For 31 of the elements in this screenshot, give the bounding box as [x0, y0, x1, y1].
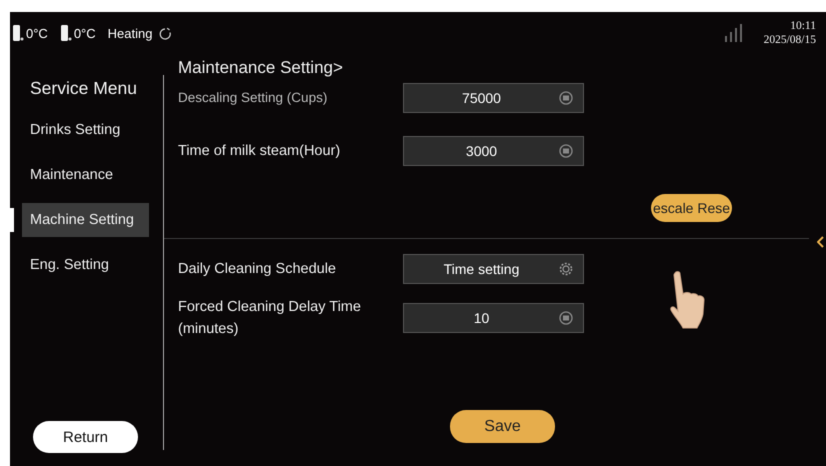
menu-item[interactable]: Maintenance: [22, 158, 149, 192]
setting-field[interactable]: 75000: [403, 83, 584, 113]
setting-label: Descaling Setting (Cups): [178, 89, 328, 107]
clock-time: 10:11: [790, 19, 816, 33]
bottle-icon: [60, 24, 72, 42]
spinner-icon: [158, 26, 172, 40]
setting-label: Time of milk steam(Hour): [178, 142, 342, 161]
keypad-icon: [559, 144, 573, 158]
caret-icon: [817, 236, 824, 248]
clock-date: 2025/08/15: [764, 33, 816, 47]
keypad-icon: [559, 91, 573, 105]
setting-label: Forced Cleaning Delay Time (minutes): [178, 298, 362, 339]
signal-icon: [724, 24, 742, 42]
menu-title: Service Menu: [30, 78, 138, 99]
gear-icon: [559, 262, 573, 276]
breadcrumb-title: Maintenance Setting>: [178, 58, 344, 77]
setting-field[interactable]: Time setting: [403, 254, 584, 284]
save-button[interactable]: Save: [450, 410, 555, 443]
temperature-reading: 0°C: [26, 26, 48, 40]
menu-item[interactable]: Drinks Setting: [22, 113, 149, 147]
setting-field[interactable]: 3000: [403, 136, 584, 166]
return-button[interactable]: Return: [33, 421, 138, 453]
status-text: Heating: [108, 26, 152, 40]
temperature-reading: 0°C: [74, 26, 96, 40]
setting-label: Daily Cleaning Schedule: [178, 260, 337, 279]
selection-indicator: [10, 208, 14, 232]
setting-field[interactable]: 10: [403, 303, 584, 333]
descale-reset-button[interactable]: escale Rese: [651, 194, 732, 222]
keypad-icon: [559, 311, 573, 325]
menu-item[interactable]: Eng. Setting: [22, 248, 149, 282]
bottle-icon: [12, 24, 24, 42]
